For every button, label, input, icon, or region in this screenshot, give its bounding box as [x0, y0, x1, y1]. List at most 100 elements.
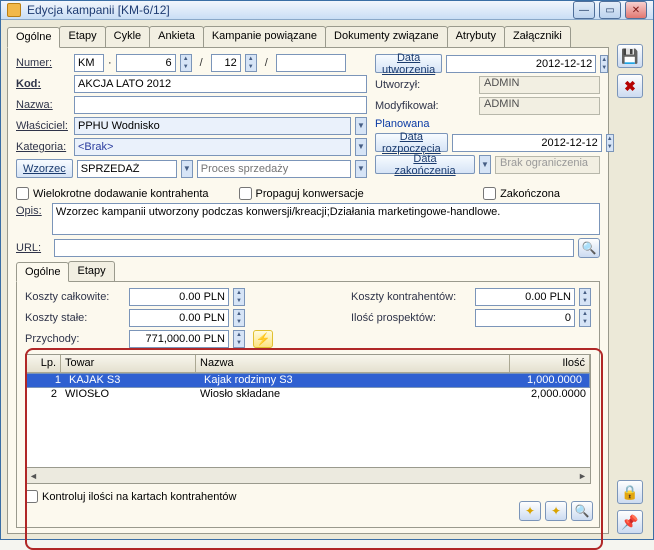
input-kod[interactable] [74, 75, 367, 93]
col-nazwa[interactable]: Nazwa [196, 355, 510, 372]
button-wand2[interactable]: ✦ [545, 501, 567, 521]
label-utworzyl: Utworzył: [375, 79, 475, 91]
lightning-icon: ⚡ [256, 332, 271, 346]
col-towar[interactable]: Towar [61, 355, 196, 372]
input-number[interactable] [116, 54, 176, 72]
main-panel: Numer: · ▲▼ / ▲▼ / Kod: [7, 48, 609, 534]
button-url-browse[interactable]: 🔍 [578, 238, 600, 258]
input-ilosc-prospektow[interactable] [475, 309, 575, 327]
input-number2[interactable] [211, 54, 241, 72]
button-pin[interactable]: 📌 [617, 510, 643, 534]
tab-atrybuty[interactable]: Atrybuty [447, 26, 505, 47]
search-icon: 🔍 [575, 504, 590, 518]
button-wand1[interactable]: ✦ [519, 501, 541, 521]
label-numer: Numer: [16, 57, 70, 69]
wand-icon: ✦ [525, 504, 535, 518]
col-ilosc[interactable]: Ilość [510, 355, 590, 372]
input-series[interactable] [74, 54, 104, 72]
col-lp[interactable]: Lp. [26, 355, 61, 372]
spin-przychody[interactable]: ▲▼ [233, 330, 245, 348]
button-data-zakonczenia[interactable]: Data zakończenia [375, 155, 475, 174]
input-data-utworzenia[interactable] [446, 55, 596, 73]
select-kategoria[interactable] [74, 138, 351, 156]
tab-cykle[interactable]: Cykle [105, 26, 151, 47]
spin-number[interactable]: ▲▼ [180, 54, 192, 72]
check-kontroluj[interactable]: Kontroluj ilości na kartach kontrahentów [25, 490, 236, 503]
check-zakonczona[interactable]: Zakończona [483, 187, 560, 200]
dropdown-wzorzec[interactable]: ▼ [181, 160, 193, 178]
save-icon: 💾 [621, 48, 638, 65]
spin-koszty-stale[interactable]: ▲▼ [233, 309, 245, 327]
label-koszty-kontrahentow: Koszty kontrahentów: [351, 291, 471, 303]
input-nazwa[interactable] [74, 96, 367, 114]
textarea-opis[interactable]: Wzorzec kampanii utworzony podczas konwe… [52, 203, 600, 235]
input-koszty-kontrahentow[interactable] [475, 288, 575, 306]
label-kategoria: Kategoria: [16, 141, 70, 153]
field-utworzyl: ADMIN [479, 76, 600, 94]
dropdown-wlasciciel[interactable]: ▼ [355, 117, 367, 135]
tab-etapy[interactable]: Etapy [59, 26, 105, 47]
spin-ilosc-prospektow[interactable]: ▲▼ [579, 309, 591, 327]
table-row[interactable]: 1KAJAK S3Kajak rodzinny S31,000.0000 [26, 373, 590, 388]
button-lock[interactable]: 🔒 [617, 480, 643, 504]
button-data-rozpoczecia[interactable]: Data rozpoczęcia [375, 133, 448, 152]
cancel-icon: ✖ [624, 78, 636, 95]
label-kod: Kod: [16, 78, 70, 90]
input-koszty-stale[interactable] [129, 309, 229, 327]
sub-tabs: OgólneEtapy [16, 261, 600, 282]
button-wzorzec[interactable]: Wzorzec [16, 159, 73, 178]
subtab-etapy[interactable]: Etapy [68, 261, 114, 281]
spin-data-utworzenia[interactable]: ▲▼ [600, 55, 608, 73]
label-planowana: Planowana [375, 118, 429, 130]
dropdown-proces[interactable]: ▼ [355, 160, 367, 178]
input-url[interactable] [54, 239, 574, 257]
tab-ogólne[interactable]: Ogólne [7, 27, 60, 48]
label-przychody: Przychody: [25, 333, 125, 345]
label-koszty-calkowite: Koszty całkowite: [25, 291, 125, 303]
button-cancel[interactable]: ✖ [617, 74, 643, 98]
dropdown-data-zakonczenia[interactable]: ▼ [479, 155, 491, 174]
tab-załączniki[interactable]: Załączniki [504, 26, 571, 47]
minimize-button[interactable]: — [573, 1, 595, 19]
button-search[interactable]: 🔍 [571, 501, 593, 521]
dropdown-kategoria[interactable]: ▼ [355, 138, 367, 156]
spin-number2[interactable]: ▲▼ [245, 54, 257, 72]
check-wielokrotne[interactable]: Wielokrotne dodawanie kontrahenta [16, 187, 209, 200]
window-title: Edycja kampanii [KM-6/12] [27, 3, 573, 17]
tab-ankieta[interactable]: Ankieta [149, 26, 204, 47]
main-tabs: OgólneEtapyCykleAnkietaKampanie powiązan… [7, 26, 609, 48]
button-save[interactable]: 💾 [617, 44, 643, 68]
label-modyfikowal: Modyfikował: [375, 100, 475, 112]
titlebar: Edycja kampanii [KM-6/12] — ▭ ✕ [1, 1, 653, 20]
input-wzorzec[interactable] [77, 160, 177, 178]
input-przychody[interactable] [129, 330, 229, 348]
close-button[interactable]: ✕ [625, 1, 647, 19]
label-ilosc-prospektow: Ilość prospektów: [351, 312, 471, 324]
sub-panel: Koszty całkowite: ▲▼ Koszty kontrahentów… [16, 282, 600, 528]
button-data-utworzenia[interactable]: Data utworzenia [375, 54, 442, 73]
pin-icon: 📌 [621, 514, 638, 531]
label-nazwa: Nazwa: [16, 99, 70, 111]
grid-header: Lp. Towar Nazwa Ilość [26, 355, 590, 373]
label-koszty-stale: Koszty stałe: [25, 312, 125, 324]
label-wlasciciel: Właściciel: [16, 120, 70, 132]
tab-kampanie-powiązane[interactable]: Kampanie powiązane [203, 26, 326, 47]
input-number3[interactable] [276, 54, 346, 72]
spin-koszty-calkowite[interactable]: ▲▼ [233, 288, 245, 306]
input-koszty-calkowite[interactable] [129, 288, 229, 306]
input-proces[interactable] [197, 160, 351, 178]
button-lightning[interactable]: ⚡ [253, 330, 273, 348]
grid-hscroll[interactable]: ◄► [25, 468, 591, 484]
table-row[interactable]: 2WIOSŁOWiosło składane2,000.0000 [26, 388, 590, 403]
maximize-button[interactable]: ▭ [599, 1, 621, 19]
items-grid[interactable]: Lp. Towar Nazwa Ilość 1KAJAK S3Kajak rod… [25, 354, 591, 468]
input-data-rozpoczecia[interactable] [452, 134, 602, 152]
spin-koszty-kontrahentow[interactable]: ▲▼ [579, 288, 591, 306]
tab-dokumenty-związane[interactable]: Dokumenty związane [325, 26, 448, 47]
select-wlasciciel[interactable] [74, 117, 351, 135]
search-icon: 🔍 [582, 241, 597, 255]
check-propaguj[interactable]: Propaguj konwersacje [239, 187, 364, 200]
subtab-ogólne[interactable]: Ogólne [16, 262, 69, 282]
label-opis: Opis: [16, 203, 48, 217]
app-icon [7, 3, 21, 17]
